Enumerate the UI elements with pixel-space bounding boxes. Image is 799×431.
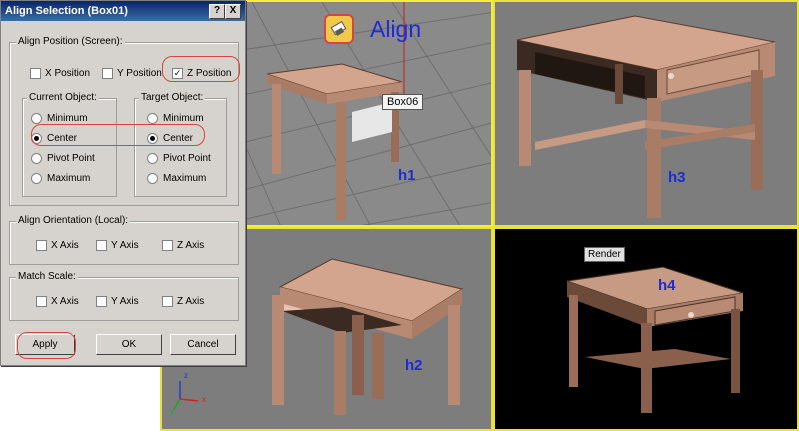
radio-label: Center — [163, 133, 194, 144]
scale-x-checkbox[interactable]: X Axis — [36, 296, 79, 307]
table-h3 — [516, 15, 776, 218]
help-button[interactable]: ? — [209, 4, 225, 19]
target-object-title: Target Object: — [139, 92, 206, 103]
viewport-label-h1: h1 — [398, 167, 416, 184]
radio-label: Center — [47, 133, 78, 144]
scale-z-label: Z Axis — [177, 296, 205, 307]
radio-dot-selected — [147, 133, 158, 144]
checkbox-box — [36, 240, 47, 251]
align-orientation-group: Align Orientation (Local): X Axis Y Axis… — [9, 215, 239, 265]
current-center-radio[interactable]: Center — [31, 133, 77, 144]
current-pivot-radio[interactable]: Pivot Point — [31, 153, 95, 164]
align-selection-dialog: Align Selection (Box01) ? X Align Positi… — [0, 0, 246, 366]
radio-dot — [31, 173, 42, 184]
orient-x-checkbox[interactable]: X Axis — [36, 240, 79, 251]
viewport-h3-scene — [516, 15, 776, 218]
table-h1 — [266, 63, 403, 220]
checkbox-box — [96, 240, 107, 251]
scale-x-label: X Axis — [51, 296, 79, 307]
checkmark-icon: ✓ — [172, 68, 183, 79]
viewport-h3[interactable]: h3 — [493, 0, 799, 227]
dialog-titlebar[interactable]: Align Selection (Box01) ? X — [1, 1, 245, 21]
table-h2 — [272, 258, 464, 415]
radio-dot — [147, 153, 158, 164]
cancel-button[interactable]: Cancel — [170, 334, 236, 355]
target-maximum-radio[interactable]: Maximum — [147, 173, 206, 184]
viewport-h4[interactable]: Render h4 — [493, 227, 799, 431]
target-center-radio[interactable]: Center — [147, 133, 193, 144]
radio-label: Pivot Point — [47, 153, 95, 164]
viewport-label-h4: h4 — [658, 277, 676, 294]
y-position-label: Y Position — [117, 68, 162, 79]
axis-z-label: z — [184, 371, 188, 380]
align-label: Align — [370, 16, 422, 42]
align-tool-icon[interactable] — [324, 14, 354, 44]
radio-label: Pivot Point — [163, 153, 211, 164]
match-scale-group: Match Scale: X Axis Y Axis Z Axis — [9, 271, 239, 321]
render-tooltip: Render — [584, 247, 625, 262]
radio-label: Maximum — [47, 173, 91, 184]
target-pivot-radio[interactable]: Pivot Point — [147, 153, 211, 164]
current-maximum-radio[interactable]: Maximum — [31, 173, 90, 184]
scale-y-checkbox[interactable]: Y Axis — [96, 296, 139, 307]
current-object-group: Current Object: Minimum Center Pivot Poi… — [22, 92, 117, 197]
target-object-group: Target Object: Minimum Center Pivot Poin… — [134, 92, 227, 197]
radio-dot — [147, 113, 158, 124]
checkbox-box — [162, 296, 173, 307]
scale-z-checkbox[interactable]: Z Axis — [162, 296, 204, 307]
scale-y-label: Y Axis — [111, 296, 139, 307]
x-position-label: X Position — [45, 68, 91, 79]
viewport-h4-scene — [566, 266, 744, 413]
checkbox-box — [96, 296, 107, 307]
radio-dot — [31, 153, 42, 164]
viewport-label-h3: h3 — [668, 169, 686, 186]
radio-dot — [31, 113, 42, 124]
checkbox-box — [162, 240, 173, 251]
orient-y-label: Y Axis — [111, 240, 139, 251]
target-minimum-radio[interactable]: Minimum — [147, 113, 204, 124]
radio-label: Minimum — [163, 113, 204, 124]
radio-dot — [147, 173, 158, 184]
axis-tripod — [173, 381, 199, 410]
radio-label: Maximum — [163, 173, 207, 184]
viewport-label-h2: h2 — [405, 357, 423, 374]
close-button[interactable]: X — [225, 4, 241, 19]
checkbox-box — [102, 68, 113, 79]
checkbox-box — [36, 296, 47, 307]
orient-y-checkbox[interactable]: Y Axis — [96, 240, 139, 251]
apply-button[interactable]: Apply — [15, 334, 75, 355]
align-position-group: Align Position (Screen): X Position Y Po… — [9, 36, 239, 206]
align-orientation-title: Align Orientation (Local): — [16, 215, 131, 226]
match-scale-title: Match Scale: — [16, 271, 78, 282]
z-position-label: Z Position — [187, 68, 232, 79]
orient-z-checkbox[interactable]: Z Axis — [162, 240, 204, 251]
ok-button[interactable]: OK — [96, 334, 162, 355]
current-minimum-radio[interactable]: Minimum — [31, 113, 88, 124]
table-h4 — [566, 266, 744, 413]
orient-z-label: Z Axis — [177, 240, 205, 251]
current-object-title: Current Object: — [27, 92, 99, 103]
checkbox-box — [30, 68, 41, 79]
x-position-checkbox[interactable]: X Position — [30, 68, 90, 79]
y-position-checkbox[interactable]: Y Position — [102, 68, 162, 79]
align-icon — [330, 20, 347, 36]
dialog-title: Align Selection (Box01) — [5, 5, 128, 17]
align-position-title: Align Position (Screen): — [16, 36, 125, 47]
axis-y-label: y — [170, 407, 174, 416]
z-position-checkbox[interactable]: ✓ Z Position — [172, 68, 231, 79]
object-name-tooltip: Box06 — [382, 94, 424, 110]
radio-label: Minimum — [47, 113, 88, 124]
radio-dot-selected — [31, 133, 42, 144]
axis-x-label: x — [202, 395, 206, 404]
orient-x-label: X Axis — [51, 240, 79, 251]
